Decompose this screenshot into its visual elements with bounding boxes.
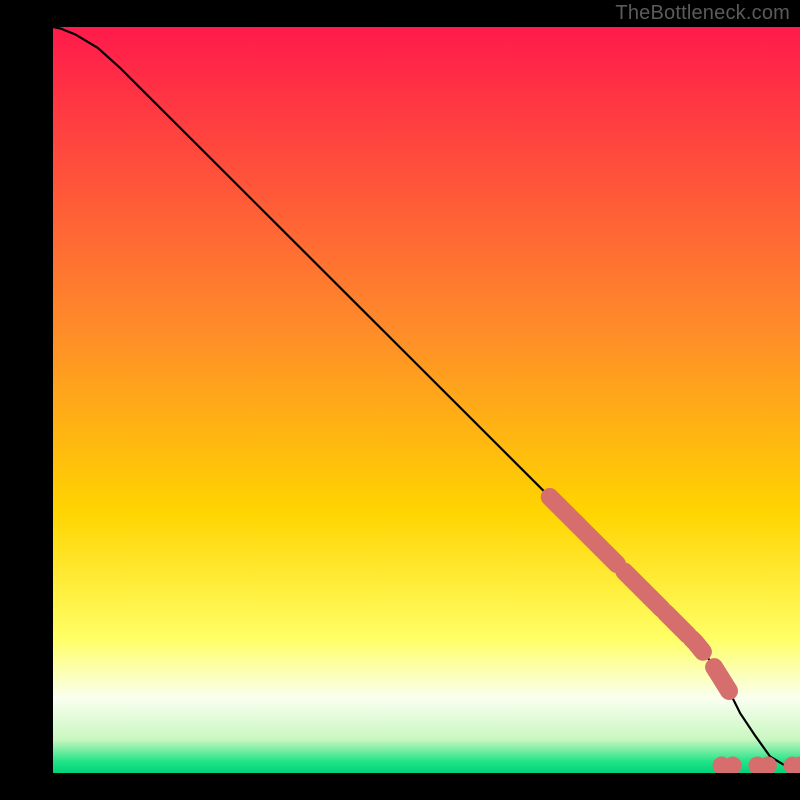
end-dot-markers <box>713 757 800 775</box>
plot-background <box>53 27 800 773</box>
end-dot <box>724 757 742 775</box>
dot-segment <box>692 639 703 652</box>
chart-container: { "attribution": "TheBottleneck.com", "c… <box>0 0 800 800</box>
end-dot <box>759 757 777 775</box>
dot-segment <box>714 667 729 691</box>
chart-svg <box>0 0 800 800</box>
attribution-label: TheBottleneck.com <box>615 2 790 25</box>
